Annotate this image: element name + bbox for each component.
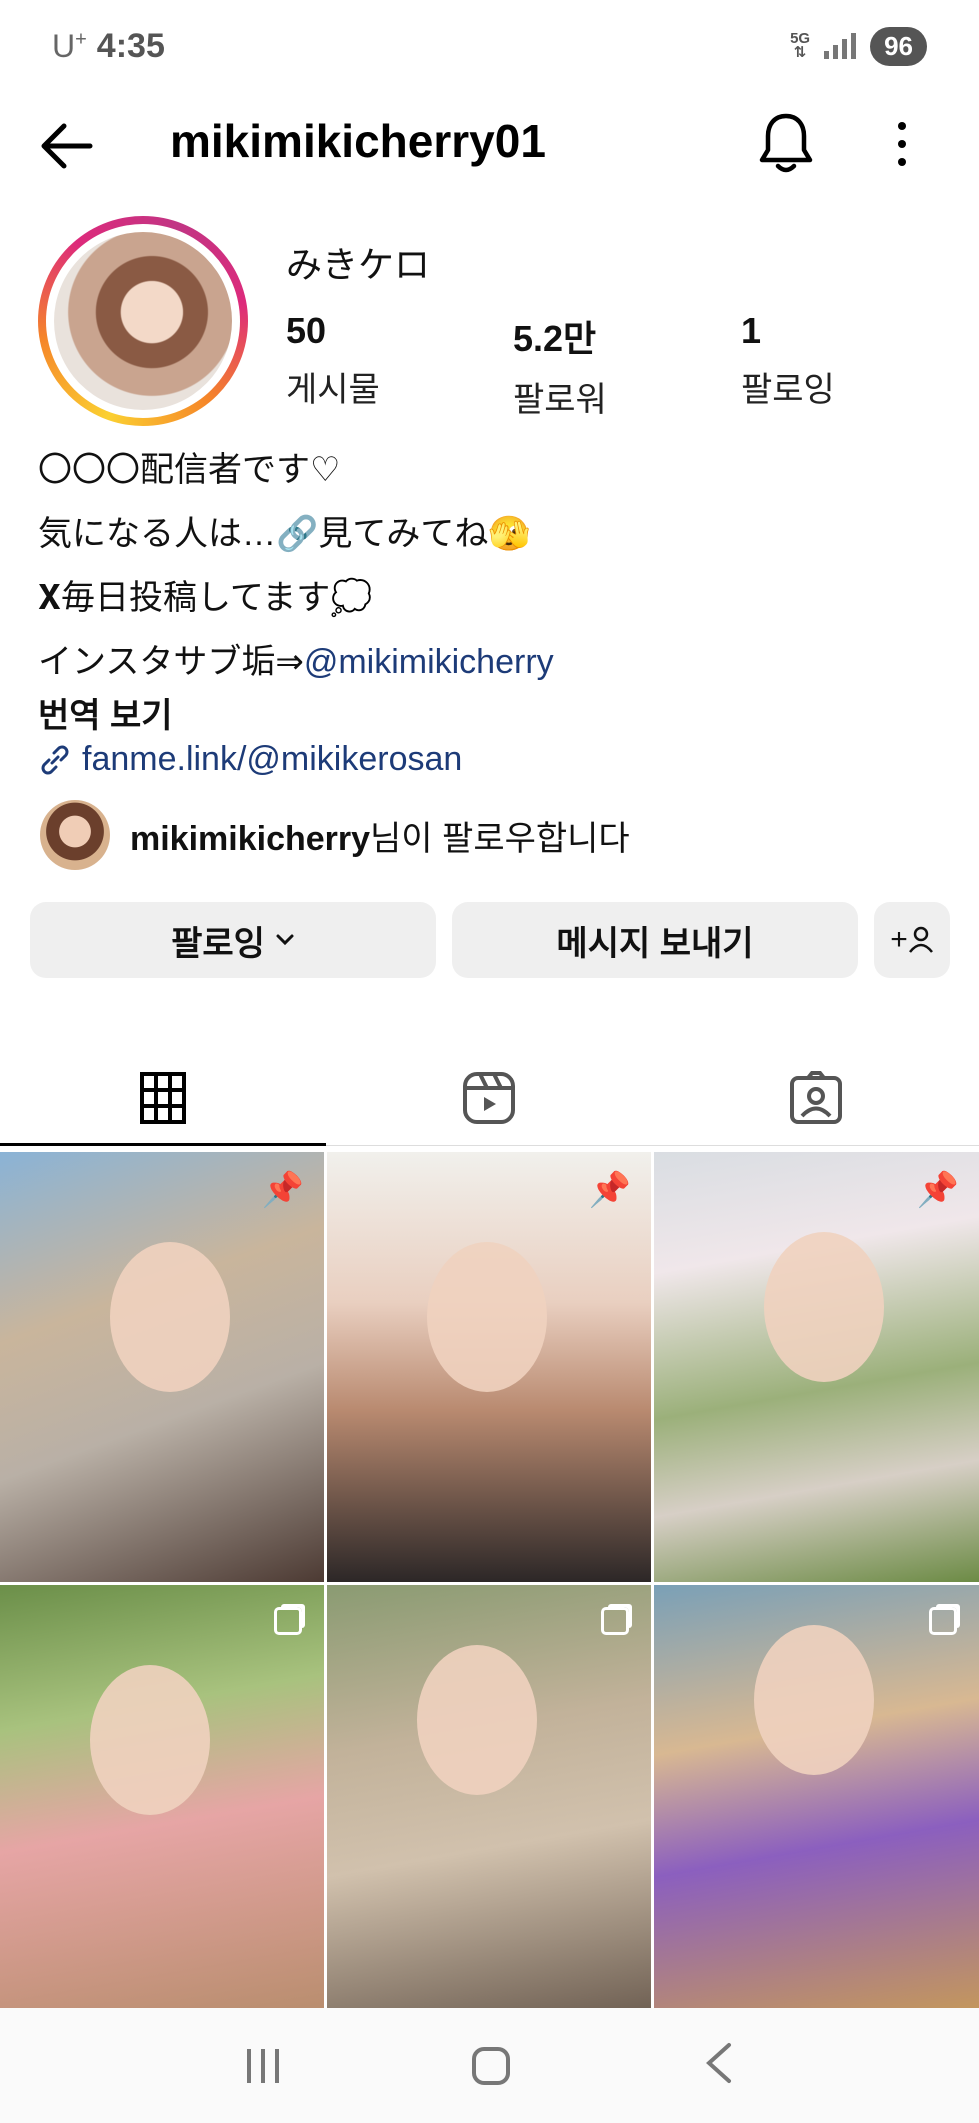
grid-icon [140,1071,187,1124]
post-thumbnail[interactable]: 📌 [654,1152,979,1582]
back-arrow-icon[interactable] [36,118,96,174]
profile-actions: 팔로잉 메시지 보내기 + [30,902,950,978]
reels-icon [463,1071,516,1124]
pin-icon: 📌 [916,1171,959,1209]
multi-photo-icon [929,1607,957,1635]
bio-mention-link[interactable]: @mikimikicherry [304,643,554,681]
post-grid: 📌 📌 📌 [0,1152,979,2015]
system-navbar [0,2008,979,2123]
signal-icon [824,33,857,59]
multi-photo-icon [274,1607,302,1635]
stat-following[interactable]: 1 팔로잉 [741,310,835,411]
profile-avatar[interactable] [38,216,248,426]
bio-line: インスタサブ垢⇒@mikimikicherry [38,643,554,681]
status-left: U+ 4:35 [52,27,165,66]
stat-posts[interactable]: 50 게시물 [286,310,380,411]
back-icon[interactable] [703,2041,733,2090]
following-button[interactable]: 팔로잉 [30,902,436,978]
profile-tabs [0,1050,979,1146]
followed-by-suffix: 님이 팔로우합니다 [370,819,630,858]
stat-followers[interactable]: 5.2만 팔로워 [513,310,607,421]
status-time: 4:35 [96,26,165,65]
follower-name: mikimikicherry [130,819,371,858]
post-thumbnail[interactable] [0,1585,324,2015]
profile-link[interactable]: fanme.link/@mikikerosan [38,740,462,779]
more-vertical-icon[interactable] [880,116,924,172]
post-thumbnail[interactable]: 📌 [0,1152,324,1582]
add-person-button[interactable]: + [874,902,950,978]
multi-photo-icon [601,1607,629,1635]
stat-value: 5.2만 [513,318,597,359]
chevron-down-icon [276,934,294,946]
recents-icon[interactable] [246,2048,279,2083]
display-name: みきケロ [286,244,431,285]
home-icon[interactable] [471,2046,510,2085]
profile-header: mikimikicherry01 [0,100,979,190]
follower-avatar [40,800,110,870]
tagged-icon [789,1070,842,1124]
avatar-photo [54,232,232,410]
stat-value: 50 [286,310,327,351]
status-bar: U+ 4:35 5G ⇅ 96 [0,0,979,92]
carrier: U+ [52,27,87,64]
stat-label: 게시물 [286,371,380,409]
post-thumbnail[interactable]: 📌 [327,1152,651,1582]
post-thumbnail[interactable] [327,1585,651,2015]
battery-indicator: 96 [870,26,927,66]
username: mikimikicherry01 [170,115,546,167]
followed-by[interactable]: mikimikicherry님이 팔로우합니다 [40,800,630,870]
tab-reels[interactable] [326,1050,652,1145]
status-right: 5G ⇅ 96 [790,26,927,66]
bio-line: 𝐗毎日投稿してます💭 [38,579,373,617]
tab-tagged[interactable] [653,1050,979,1145]
bio-line: 〇〇〇配信者です♡ [38,451,341,489]
bell-icon[interactable] [756,110,816,176]
translate-button[interactable]: 번역 보기 [38,688,173,737]
person-icon [908,926,933,953]
bio: 〇〇〇配信者です♡ 気になる人は…🔗見てみてね🫣 𝐗毎日投稿してます💭 インスタ… [38,438,958,694]
message-button[interactable]: 메시지 보내기 [452,902,858,978]
network-5g-icon: 5G ⇅ [790,30,811,61]
post-thumbnail[interactable] [654,1585,979,2015]
link-text: fanme.link/@mikikerosan [82,740,463,778]
stat-label: 팔로잉 [741,371,835,409]
bio-line: 気になる人は…🔗見てみてね🫣 [38,515,531,553]
link-icon [41,745,69,774]
stat-label: 팔로워 [513,381,607,419]
pin-icon: 📌 [261,1171,304,1209]
tab-grid[interactable] [0,1050,327,1146]
stat-value: 1 [741,310,762,351]
pin-icon: 📌 [588,1171,631,1209]
